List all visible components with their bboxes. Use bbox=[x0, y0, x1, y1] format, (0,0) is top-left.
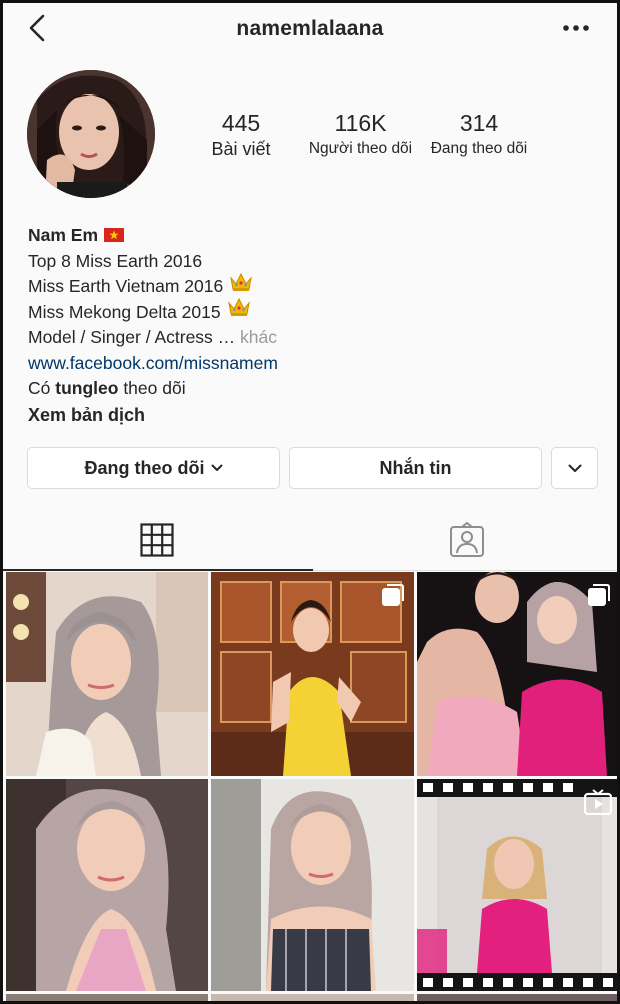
followed-prefix: Có bbox=[28, 378, 51, 398]
bio-more-link[interactable]: khác bbox=[240, 327, 277, 347]
following-button[interactable]: Đang theo dõi bbox=[27, 447, 280, 489]
post-thumbnail[interactable] bbox=[6, 779, 208, 991]
see-translation-link[interactable]: Xem bản dịch bbox=[28, 402, 588, 428]
followed-suffix: theo dõi bbox=[123, 378, 186, 398]
post-thumbnail[interactable] bbox=[417, 572, 617, 776]
chevron-down-icon bbox=[568, 464, 581, 472]
bio-line-4: Model / Singer / Actress … khác bbox=[28, 325, 588, 351]
carousel-icon bbox=[382, 584, 404, 606]
bio-line-4-text: Model / Singer / Actress … bbox=[28, 327, 236, 347]
following-button-label: Đang theo dõi bbox=[84, 457, 205, 478]
more-options-button[interactable] bbox=[561, 21, 591, 35]
post-thumbnail[interactable] bbox=[417, 994, 617, 1001]
suggested-accounts-button[interactable] bbox=[551, 447, 598, 489]
bio-line-1: Top 8 Miss Earth 2016 bbox=[28, 250, 203, 271]
profile-stats: 445 Bài viết 116K Người theo dõi 314 Đan… bbox=[199, 108, 549, 168]
message-button[interactable]: Nhắn tin bbox=[289, 447, 542, 489]
bio-line-2-text: Miss Earth Vietnam 2016 bbox=[28, 276, 224, 296]
profile-avatar[interactable] bbox=[27, 70, 155, 198]
back-button[interactable] bbox=[23, 13, 51, 43]
profile-bio: Nam Em Top 8 Miss Earth 2016 Miss Earth … bbox=[28, 223, 588, 428]
post-thumbnail[interactable] bbox=[6, 994, 208, 1001]
posts-grid bbox=[6, 572, 617, 1001]
stat-followers[interactable]: 116K Người theo dõi bbox=[303, 108, 418, 160]
posts-count: 445 bbox=[221, 110, 261, 136]
chevron-down-icon bbox=[211, 464, 222, 471]
followers-count: 116K bbox=[334, 110, 387, 136]
posts-label: Bài viết bbox=[211, 139, 271, 159]
tagged-person-icon bbox=[450, 522, 484, 557]
post-thumbnail[interactable] bbox=[6, 572, 208, 776]
bio-line-3: Miss Mekong Delta 2015 bbox=[28, 297, 588, 326]
crown-icon bbox=[229, 272, 253, 300]
bio-name-line: Nam Em bbox=[28, 223, 588, 249]
chevron-left-icon bbox=[29, 14, 45, 42]
message-button-label: Nhắn tin bbox=[379, 457, 452, 478]
following-count: 314 bbox=[459, 110, 499, 136]
display-name: Nam Em bbox=[28, 225, 99, 245]
post-thumbnail[interactable] bbox=[211, 779, 414, 991]
followed-by-line[interactable]: Có tungleo theo dõi bbox=[28, 376, 588, 402]
bio-line-3-text: Miss Mekong Delta 2015 bbox=[28, 301, 221, 322]
following-label: Đang theo dõi bbox=[430, 140, 528, 157]
grid-icon bbox=[140, 523, 174, 557]
bio-website-link[interactable]: www.facebook.com/missnamem bbox=[28, 351, 588, 377]
followers-label: Người theo dõi bbox=[308, 140, 413, 157]
tab-tagged[interactable] bbox=[313, 513, 617, 571]
profile-username: namemlalaana bbox=[236, 17, 384, 40]
igtv-icon bbox=[584, 789, 612, 815]
post-thumbnail[interactable] bbox=[211, 572, 414, 776]
top-bar: namemlalaana bbox=[3, 3, 617, 55]
vietnam-flag-icon bbox=[104, 227, 125, 242]
stat-following[interactable]: 314 Đang theo dõi bbox=[424, 108, 534, 160]
carousel-icon bbox=[588, 584, 610, 606]
profile-screen: namemlalaana 445 Bài viết 116K Người the… bbox=[0, 0, 620, 1004]
more-horizontal-icon bbox=[563, 25, 589, 31]
post-thumbnail[interactable] bbox=[417, 779, 617, 991]
stat-posts[interactable]: 445 Bài viết bbox=[199, 108, 283, 160]
crown-icon bbox=[227, 297, 251, 325]
post-thumbnail[interactable] bbox=[211, 994, 414, 1001]
followed-username: tungleo bbox=[55, 378, 119, 398]
profile-tabs bbox=[3, 513, 617, 571]
tab-posts-grid[interactable] bbox=[3, 513, 313, 571]
bio-line-2: Miss Earth Vietnam 2016 bbox=[28, 272, 588, 300]
